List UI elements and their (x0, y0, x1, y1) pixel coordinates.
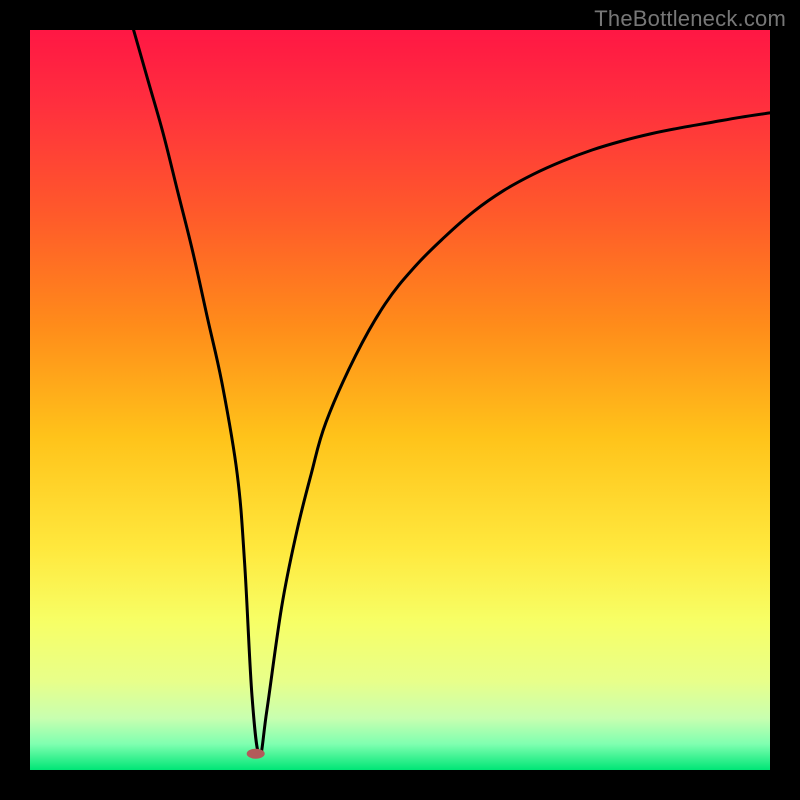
chart-plot-area (30, 30, 770, 770)
optimal-marker (247, 749, 265, 759)
chart-svg (30, 30, 770, 770)
watermark-text: TheBottleneck.com (594, 6, 786, 32)
chart-background (30, 30, 770, 770)
